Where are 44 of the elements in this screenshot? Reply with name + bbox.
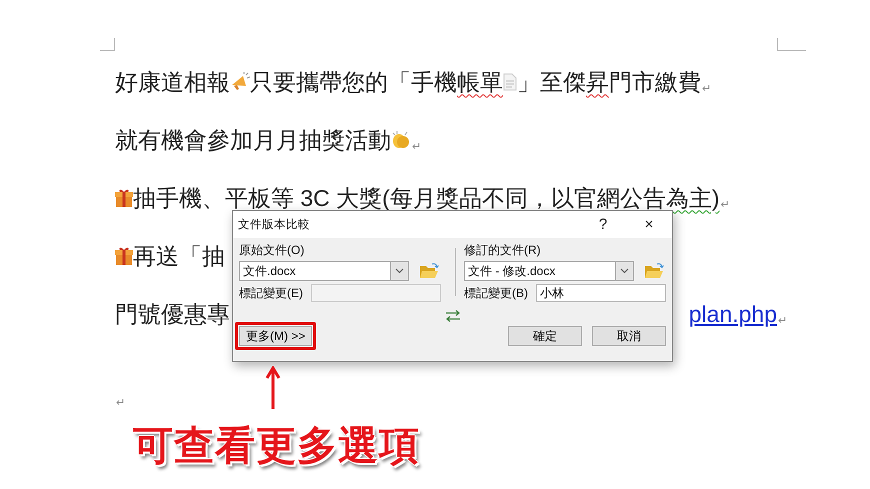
- gift-icon: [115, 246, 133, 266]
- document-text: 門市繳費: [609, 68, 701, 96]
- paragraph-mark: ↵: [116, 396, 125, 409]
- field-label: 標記變更(E): [239, 284, 303, 302]
- document-text: 」至傑: [517, 68, 586, 96]
- dialog-title: 文件版本比較: [238, 218, 311, 232]
- flagged-word: 帳單: [457, 68, 503, 96]
- swap-icon[interactable]: [444, 310, 460, 322]
- corner-mark: [777, 38, 806, 51]
- field-label: 修訂的文件(R): [464, 242, 542, 258]
- close-button[interactable]: ×: [626, 216, 672, 233]
- file-dropdown[interactable]: 文件.docx: [239, 261, 409, 281]
- megaphone-icon: [230, 72, 250, 92]
- paragraph-mark: ↵: [778, 314, 787, 327]
- document-text: 就有機會參加月月抽獎活動: [115, 126, 391, 154]
- input-field[interactable]: 小林: [536, 284, 666, 302]
- annotation-caption: 可查看更多選項: [133, 423, 420, 470]
- file-dropdown[interactable]: 文件 - 修改.docx: [464, 261, 634, 281]
- dialog-button[interactable]: 取消: [592, 326, 666, 346]
- dialog-button[interactable]: 確定: [508, 326, 582, 346]
- document-text: 抽手機、平板等 3C 大獎(每月獎品不同，以官網公告: [133, 184, 666, 212]
- document-icon: [503, 73, 517, 91]
- hyperlink[interactable]: plan.php: [688, 300, 777, 328]
- field-label: 標記變更(B): [464, 284, 528, 302]
- flagged-word: 為主): [666, 184, 720, 213]
- paragraph-mark: ↵: [702, 82, 711, 95]
- more-button[interactable]: 更多(M) >>: [239, 326, 312, 346]
- document-text: 門號優惠專: [115, 300, 230, 328]
- paragraph-mark: ↵: [720, 198, 730, 211]
- flagged-word: 昇: [586, 68, 609, 96]
- paragraph-mark: ↵: [412, 140, 421, 153]
- document-text: 只要攜帶您的「手機: [250, 68, 457, 96]
- gift-icon: [115, 188, 133, 208]
- chevron-down-icon[interactable]: [614, 262, 633, 280]
- document-text: 再送「抽: [133, 242, 225, 270]
- help-button[interactable]: ?: [580, 216, 626, 233]
- arrow: [265, 366, 281, 410]
- folder-icon[interactable]: [644, 262, 664, 280]
- field-label: 原始文件(O): [239, 242, 306, 258]
- corner-mark: [100, 38, 115, 51]
- document-text: 好康道相報: [115, 68, 230, 96]
- clapping-hands-icon: [391, 130, 411, 150]
- folder-icon[interactable]: [419, 262, 439, 280]
- chevron-down-icon[interactable]: [390, 262, 408, 280]
